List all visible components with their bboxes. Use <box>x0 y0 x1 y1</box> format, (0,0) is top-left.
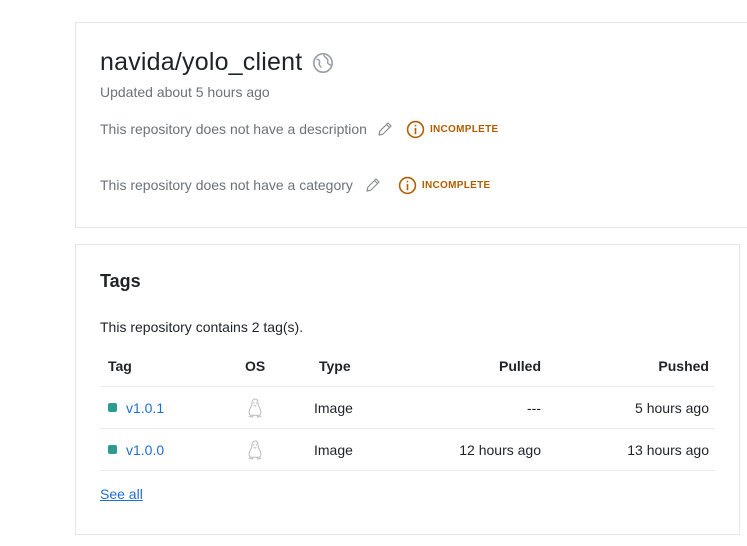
description-row: This repository does not have a descript… <box>100 119 499 139</box>
info-warning-icon <box>406 120 425 138</box>
description-incomplete-badge: INCOMPLETE <box>406 120 499 139</box>
type-cell: Image <box>314 399 353 416</box>
column-header-pulled[interactable]: Pulled <box>499 345 541 386</box>
tags-table: Tag OS Type Pulled Pushed v1.0.1 Image -… <box>100 345 715 471</box>
incomplete-label: INCOMPLETE <box>421 179 491 191</box>
tag-cell: v1.0.1 <box>108 387 164 428</box>
column-header-type[interactable]: Type <box>319 345 351 386</box>
column-header-tag[interactable]: Tag <box>108 345 132 386</box>
globe-icon <box>313 53 333 73</box>
column-header-os[interactable]: OS <box>245 345 265 386</box>
category-incomplete-badge: INCOMPLETE <box>398 176 491 195</box>
tags-heading: Tags <box>100 271 141 291</box>
see-all-tags-link[interactable]: See all <box>100 486 143 502</box>
edit-category-pencil-icon[interactable] <box>364 176 382 194</box>
last-updated-text: Updated about 5 hours ago <box>100 84 270 100</box>
pulled-cell: 12 hours ago <box>459 441 541 458</box>
category-text: This repository does not have a category <box>100 177 353 193</box>
tag-status-dot <box>108 403 117 412</box>
table-header: Tag OS Type Pulled Pushed <box>100 345 715 387</box>
repository-name: navida/yolo_client <box>100 48 303 76</box>
os-cell <box>246 429 264 470</box>
column-header-pushed[interactable]: Pushed <box>658 345 709 386</box>
tag-cell: v1.0.0 <box>108 429 164 470</box>
os-cell <box>246 387 264 428</box>
info-warning-icon <box>398 176 417 194</box>
tag-status-dot <box>108 445 117 454</box>
pushed-cell: 5 hours ago <box>635 399 709 416</box>
linux-icon <box>248 440 262 460</box>
table-row: v1.0.1 Image --- 5 hours ago <box>100 387 715 429</box>
pulled-cell: --- <box>527 399 541 416</box>
tags-card: Tags This repository contains 2 tag(s). … <box>75 244 740 535</box>
tag-link[interactable]: v1.0.1 <box>126 400 164 416</box>
repository-info-card: navida/yolo_client Updated about 5 hours… <box>75 22 747 228</box>
description-text: This repository does not have a descript… <box>100 121 367 137</box>
pushed-cell: 13 hours ago <box>627 441 709 458</box>
category-row: This repository does not have a category… <box>100 175 490 195</box>
edit-description-pencil-icon[interactable] <box>376 120 394 138</box>
tags-count-text: This repository contains 2 tag(s). <box>100 319 304 335</box>
linux-icon <box>248 398 262 418</box>
type-cell: Image <box>314 441 353 458</box>
tag-link[interactable]: v1.0.0 <box>126 442 164 458</box>
table-row: v1.0.0 Image 12 hours ago 13 hours ago <box>100 429 715 471</box>
incomplete-label: INCOMPLETE <box>429 123 499 135</box>
